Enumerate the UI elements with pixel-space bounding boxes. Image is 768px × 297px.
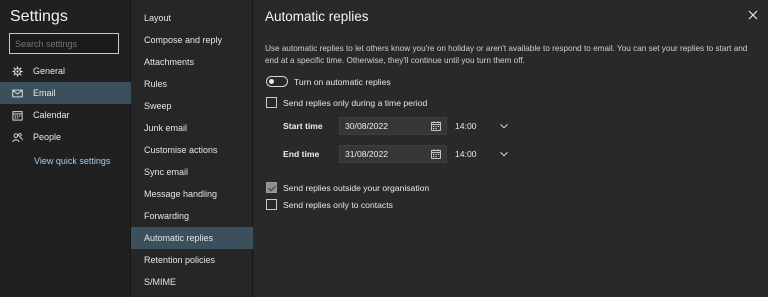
automatic-replies-toggle-row: Turn on automatic replies <box>266 76 391 87</box>
contacts-only-checkbox[interactable] <box>266 199 277 210</box>
people-icon <box>11 131 23 143</box>
start-date-value: 30/08/2022 <box>345 121 389 131</box>
chevron-down-icon[interactable] <box>499 121 509 131</box>
menu-item-compose-and-reply[interactable]: Compose and reply <box>131 29 253 51</box>
automatic-replies-panel: Automatic replies Use automatic replies … <box>253 0 768 297</box>
email-settings-menu: Layout Compose and reply Attachments Rul… <box>131 0 253 297</box>
menu-item-attachments[interactable]: Attachments <box>131 51 253 73</box>
menu-item-junk-email[interactable]: Junk email <box>131 117 253 139</box>
sidebar-item-label: Email <box>33 88 56 98</box>
sidebar-item-label: People <box>33 132 62 142</box>
settings-sidebar: Settings General Email Calendar People V… <box>0 0 131 297</box>
menu-item-layout[interactable]: Layout <box>131 7 253 29</box>
menu-item-smime[interactable]: S/MIME <box>131 271 253 293</box>
sidebar-item-label: Calendar <box>33 110 70 120</box>
automatic-replies-toggle[interactable] <box>266 76 288 87</box>
time-period-label: Send replies only during a time period <box>283 97 428 108</box>
menu-item-message-handling[interactable]: Message handling <box>131 183 253 205</box>
close-icon <box>748 10 758 20</box>
start-date-picker[interactable]: 30/08/2022 <box>339 117 447 135</box>
search-settings-input[interactable] <box>9 33 119 54</box>
panel-title: Automatic replies <box>265 9 369 24</box>
start-time-row: Start time 30/08/2022 14:00 <box>283 117 509 135</box>
automatic-replies-description: Use automatic replies to let others know… <box>265 44 748 65</box>
outside-org-checkbox[interactable] <box>266 182 277 193</box>
menu-item-automatic-replies[interactable]: Automatic replies <box>131 227 253 249</box>
gear-icon <box>11 65 23 77</box>
sidebar-item-label: General <box>33 66 66 76</box>
menu-item-sweep[interactable]: Sweep <box>131 95 253 117</box>
start-time-value[interactable]: 14:00 <box>455 121 491 131</box>
menu-item-retention-policies[interactable]: Retention policies <box>131 249 253 271</box>
sidebar-item-calendar[interactable]: Calendar <box>0 104 131 126</box>
contacts-only-label: Send replies only to contacts <box>283 199 393 210</box>
mail-icon <box>11 87 23 99</box>
end-date-picker[interactable]: 31/08/2022 <box>339 145 447 163</box>
menu-item-forwarding[interactable]: Forwarding <box>131 205 253 227</box>
toggle-label: Turn on automatic replies <box>294 76 391 87</box>
calendar-icon <box>431 121 441 131</box>
contacts-only-row: Send replies only to contacts <box>266 199 393 210</box>
calendar-icon <box>431 149 441 159</box>
start-time-label: Start time <box>283 121 323 131</box>
chevron-down-icon[interactable] <box>499 149 509 159</box>
sidebar-item-general[interactable]: General <box>0 60 131 82</box>
end-date-value: 31/08/2022 <box>345 149 389 159</box>
menu-item-sync-email[interactable]: Sync email <box>131 161 253 183</box>
end-time-row: End time 31/08/2022 14:00 <box>283 145 509 163</box>
settings-title: Settings <box>10 8 68 25</box>
sidebar-item-people[interactable]: People <box>0 126 131 148</box>
outside-org-label: Send replies outside your organisation <box>283 182 430 193</box>
end-time-value[interactable]: 14:00 <box>455 149 491 159</box>
sidebar-item-email[interactable]: Email <box>0 82 131 104</box>
outside-org-row: Send replies outside your organisation <box>266 182 429 193</box>
end-time-label: End time <box>283 149 320 159</box>
menu-item-rules[interactable]: Rules <box>131 73 253 95</box>
time-period-row: Send replies only during a time period <box>266 97 427 108</box>
close-button[interactable] <box>746 8 760 22</box>
calendar-icon <box>11 109 23 121</box>
view-quick-settings-link[interactable]: View quick settings <box>34 156 110 166</box>
time-period-checkbox[interactable] <box>266 97 277 108</box>
menu-item-customise-actions[interactable]: Customise actions <box>131 139 253 161</box>
